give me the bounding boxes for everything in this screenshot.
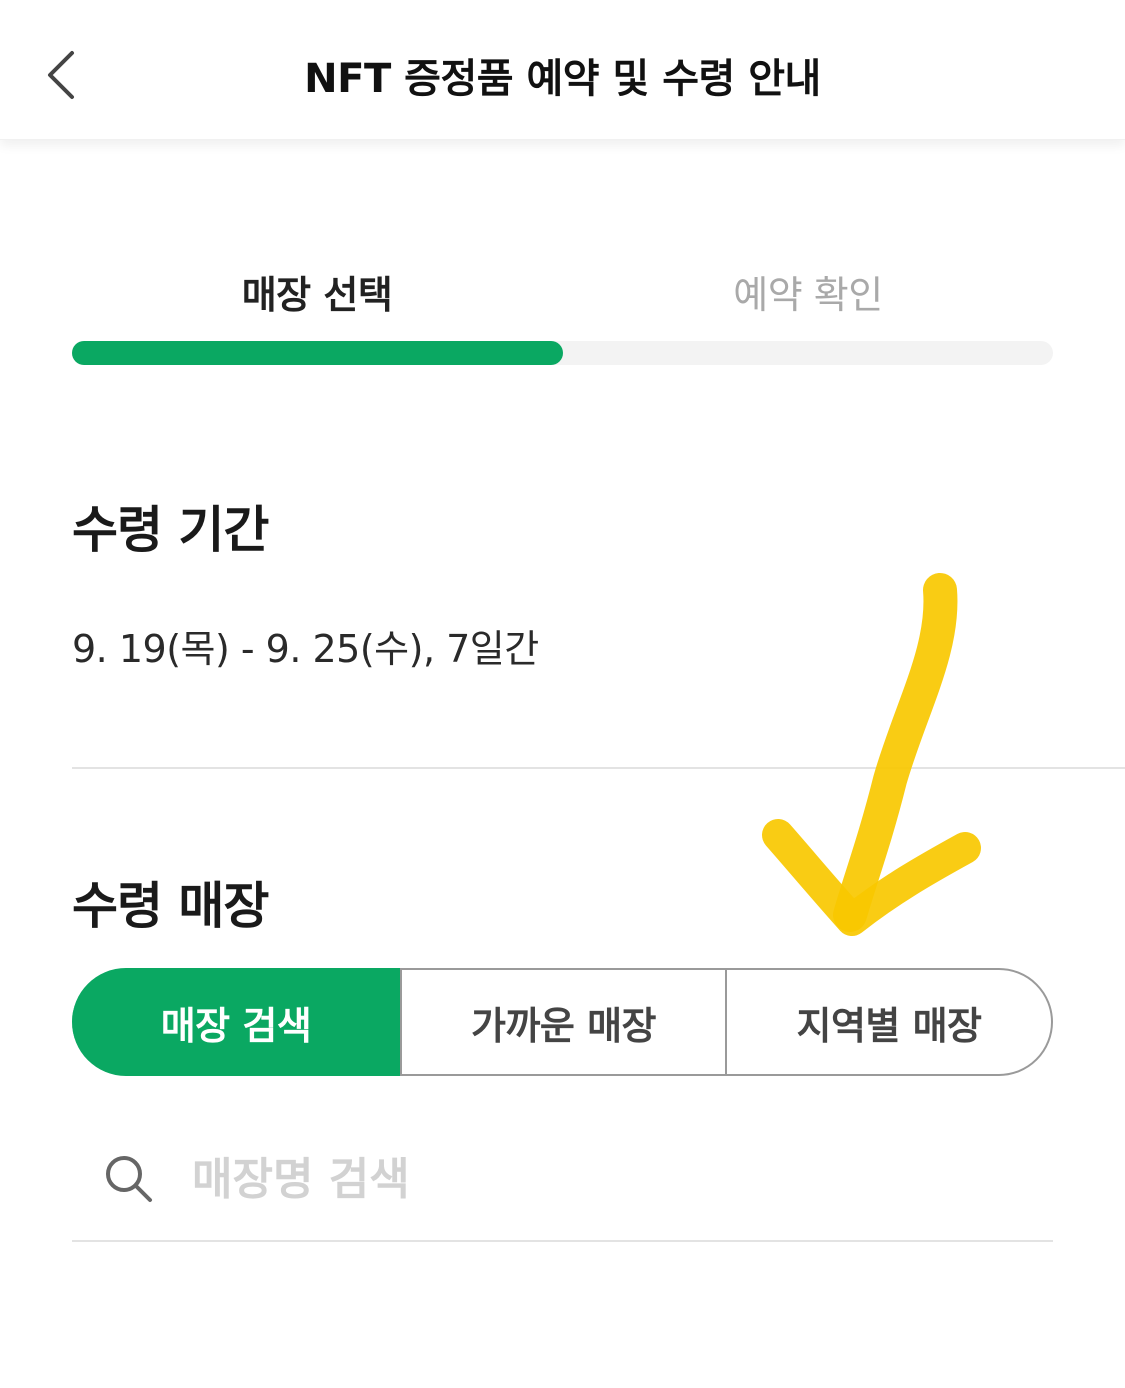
arrow-down-annotation-icon (762, 573, 981, 936)
step-progress-fill (72, 341, 563, 365)
search-icon (106, 1156, 152, 1202)
store-search-bar (72, 1130, 1053, 1242)
top-bar: NFT 증정품 예약 및 수령 안내 (0, 0, 1125, 140)
segment-regional-stores[interactable]: 지역별 매장 (725, 968, 1053, 1076)
step-progress-bar (72, 341, 1053, 365)
page: NFT 증정품 예약 및 수령 안내 매장 선택 예약 확인 수령 기간 9. … (0, 0, 1125, 1388)
step-tab-select-store[interactable]: 매장 선택 (72, 264, 562, 319)
page-title: NFT 증정품 예약 및 수령 안내 (304, 56, 821, 102)
segment-nearby-stores[interactable]: 가까운 매장 (400, 968, 725, 1076)
store-search-input[interactable] (192, 1144, 1032, 1214)
pickup-period-title: 수령 기간 (72, 501, 269, 559)
segment-store-search[interactable]: 매장 검색 (72, 968, 400, 1076)
section-divider (72, 767, 1125, 769)
pickup-period-text: 9. 19(목) - 9. 25(수), 7일간 (72, 627, 539, 671)
pickup-store-title: 수령 매장 (72, 877, 269, 935)
store-filter-segmented-control: 매장 검색 가까운 매장 지역별 매장 (72, 968, 1053, 1076)
step-tab-confirm-reservation[interactable]: 예약 확인 (563, 264, 1053, 319)
